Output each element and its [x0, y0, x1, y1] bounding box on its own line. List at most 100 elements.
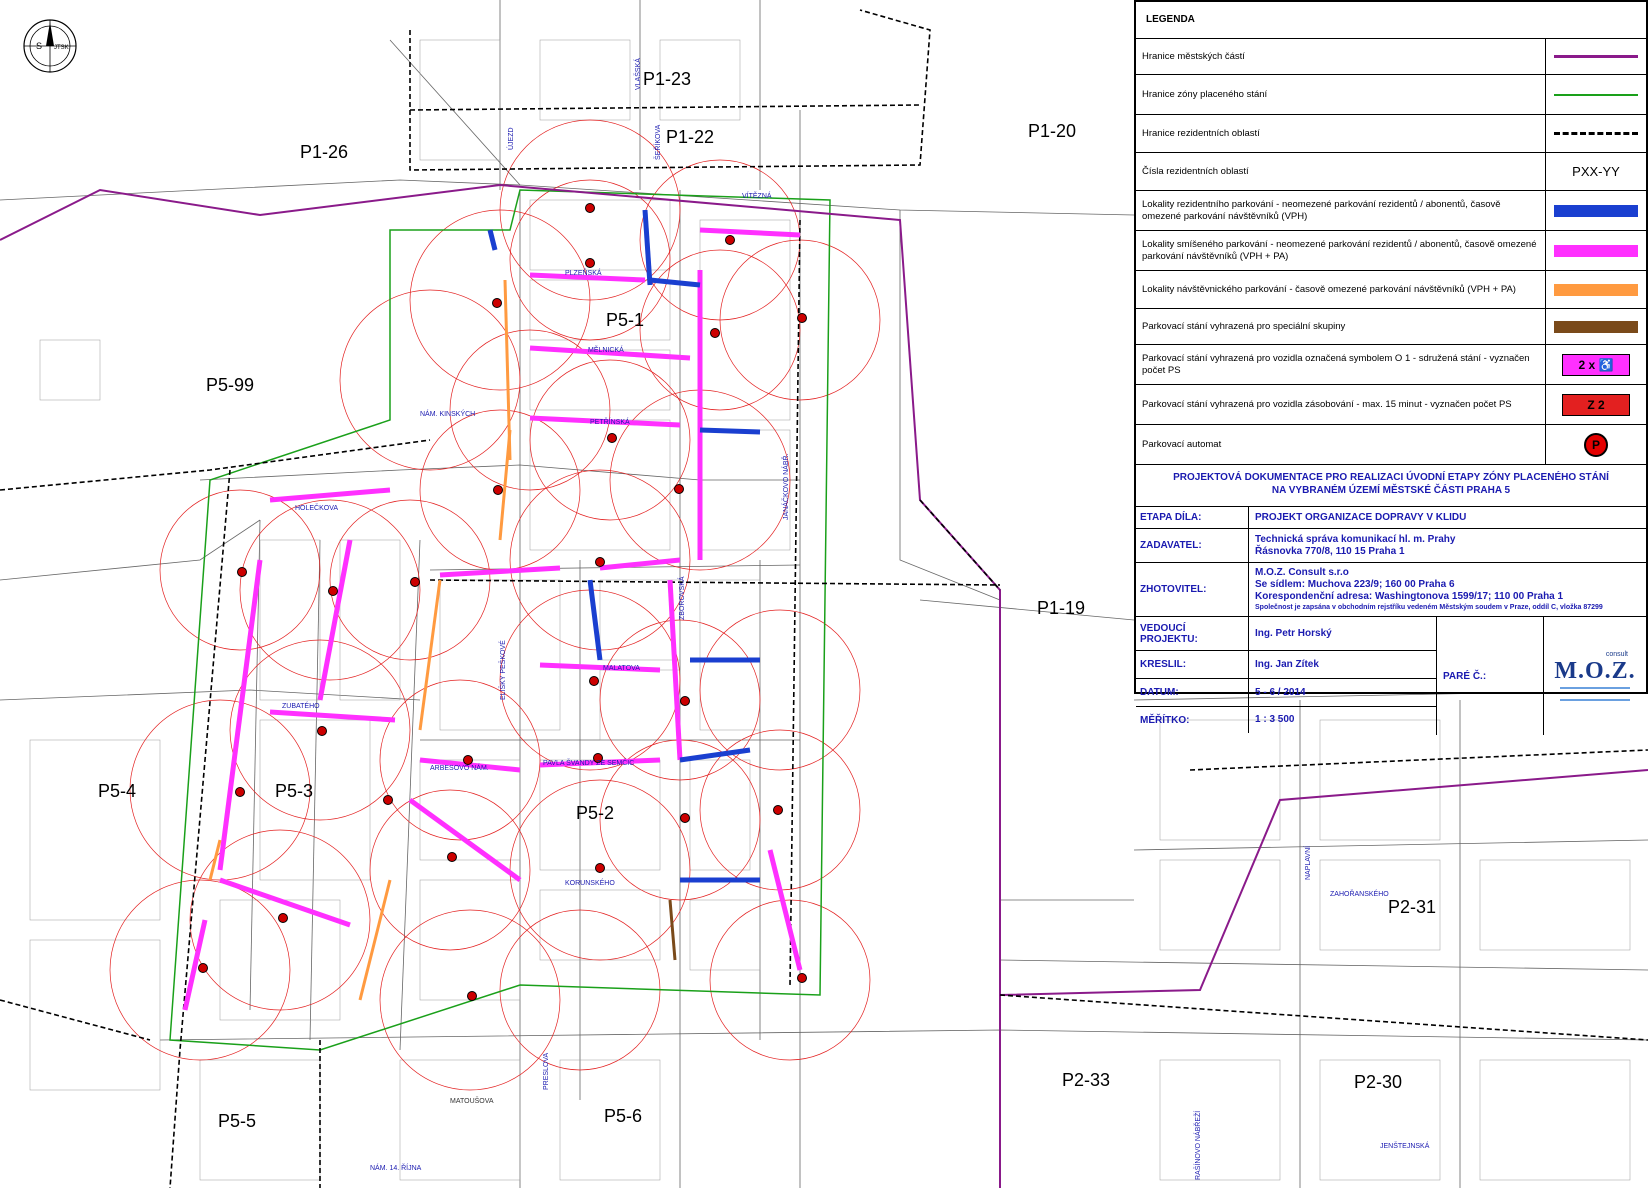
legend-item-label: Parkovací automat	[1136, 425, 1546, 464]
legend-item-label: Parkovací stání vyhrazená pro vozidla zá…	[1136, 385, 1546, 424]
street-label: ŠEŘÍKOVA	[653, 124, 662, 160]
zadavatel-label: ZADAVATEL:	[1136, 529, 1249, 562]
compass-label-s: S	[36, 41, 42, 51]
kreslil-label: KRESLIL:	[1136, 651, 1249, 678]
legend-item: Parkovací stání vyhrazená pro speciální …	[1136, 309, 1646, 345]
zone-label: P5-3	[275, 781, 313, 801]
legend-item: Parkovací stání vyhrazená pro vozidla zá…	[1136, 385, 1646, 425]
street-label: VLAŠSKÁ	[633, 58, 642, 90]
zhotovitel-line-1: M.O.Z. Consult s.r.o	[1255, 567, 1349, 578]
zadavatel-line-1: Technická správa komunikací hl. m. Prahy	[1255, 533, 1456, 545]
legend-item: Hranice zóny placeného stání	[1136, 75, 1646, 115]
zone-label: P1-23	[643, 69, 691, 89]
legend-item-label: Parkovací stání vyhrazená pro speciální …	[1136, 309, 1546, 344]
kreslil-value: Ing. Jan Zítek	[1255, 658, 1319, 670]
district-line-icon	[1554, 55, 1638, 58]
vedouci-label: VEDOUCÍ PROJEKTU:	[1136, 617, 1249, 650]
street-label: NAPLAVNÍ	[1303, 846, 1312, 880]
street-label: HOLEČKOVA	[295, 503, 338, 512]
legend-item: Lokality rezidentního parkování - neomez…	[1136, 191, 1646, 231]
street-label: JENŠTEJNSKÁ	[1380, 1141, 1430, 1150]
kreslil-row: KRESLIL: Ing. Jan Zítek	[1136, 651, 1436, 679]
company-logo: consult M.O.Z.	[1544, 617, 1646, 735]
zone-label: P1-20	[1028, 121, 1076, 141]
street-label: NÁM. 14. ŘÍJNA	[370, 1163, 422, 1172]
street-label: ZUBATÉHO	[282, 701, 320, 710]
legend-item: Parkovací automat P	[1136, 425, 1646, 465]
street-label: MĚLNICKÁ	[588, 345, 624, 354]
delivery-parking-icon: Z 2	[1562, 393, 1630, 416]
legend-item-label: Hranice zóny placeného stání	[1136, 75, 1546, 114]
logo-waves-icon	[1560, 687, 1630, 701]
special-parking-segments	[668, 899, 677, 961]
zhotovitel-line-2: Se sídlem: Muchova 223/9; 160 00 Praha 6	[1255, 579, 1455, 590]
zone-label: P5-6	[604, 1106, 642, 1126]
dashed-line-icon	[1554, 132, 1638, 135]
logo-sub: consult	[1605, 651, 1628, 658]
project-title: PROJEKTOVÁ DOKUMENTACE PRO REALIZACI ÚVO…	[1136, 465, 1646, 507]
zhotovitel-line-3: Korespondenční adresa: Washingtonova 159…	[1255, 591, 1564, 602]
legend-item: Hranice městských částí	[1136, 39, 1646, 75]
compass-label-jtsk: JTSK	[54, 45, 69, 51]
mixed-parking-segments	[182, 227, 803, 1011]
legend-item-label: Čísla rezidentních oblastí	[1136, 153, 1546, 190]
legend-item: Parkovací stání vyhrazená pro vozidla oz…	[1136, 345, 1646, 385]
zone-label: P5-5	[218, 1111, 256, 1131]
zone-label: P1-22	[666, 127, 714, 147]
legend-item-label: Parkovací stání vyhrazená pro vozidla oz…	[1136, 345, 1546, 384]
street-label: VÍTĚZNÁ	[742, 191, 772, 200]
parking-meter-icon: P	[1584, 432, 1608, 457]
logo-text: M.O.Z.	[1554, 658, 1636, 684]
street-label: ZAHOŘANSKÉHO	[1330, 889, 1389, 898]
vedouci-row: VEDOUCÍ PROJEKTU: Ing. Petr Horský	[1136, 617, 1436, 651]
brown-bar-icon	[1554, 320, 1638, 333]
street-label: PLZEŇSKÁ	[565, 268, 602, 277]
info-row-zhotovitel: ZHOTOVITEL: M.O.Z. Consult s.r.o Se sídl…	[1136, 563, 1646, 617]
pare-label: PARÉ Č.:	[1437, 617, 1544, 735]
street-label: JANÁČKOVO NÁBŘ.	[781, 453, 790, 520]
legend-item-label: Hranice rezidentních oblastí	[1136, 115, 1546, 152]
north-arrow-icon: S JTSK	[23, 19, 77, 73]
zone-label: P2-33	[1062, 1070, 1110, 1090]
vedouci-value: Ing. Petr Horský	[1255, 627, 1332, 639]
datum-value: 5 - 6 / 2014	[1255, 686, 1306, 698]
street-label: ELIŠKY PEŠKOVÉ	[498, 640, 507, 700]
zhotovitel-label: ZHOTOVITEL:	[1136, 563, 1249, 616]
zone-label: P5-4	[98, 781, 136, 801]
zone-label: P5-2	[576, 803, 614, 823]
street-label: RAŠÍNOVO NÁBŘEŽÍ	[1193, 1111, 1202, 1180]
street-label: NÁM. KINSKÝCH	[420, 409, 475, 418]
project-title-line-1: PROJEKTOVÁ DOKUMENTACE PRO REALIZACI ÚVO…	[1173, 472, 1609, 483]
zone-label: P5-1	[606, 310, 644, 330]
street-label: ARBESOVO NÁM.	[430, 763, 489, 772]
street-label: ZBOROVSKÁ	[677, 576, 686, 620]
signature-block: VEDOUCÍ PROJEKTU: Ing. Petr Horský KRESL…	[1136, 617, 1646, 735]
legend-title: LEGENDA	[1136, 2, 1646, 39]
legend-item: Hranice rezidentních oblastí	[1136, 115, 1646, 153]
legend-item: Lokality smíšeného parkování - neomezené…	[1136, 231, 1646, 271]
etapa-value: PROJEKT ORGANIZACE DOPRAVY V KLIDU	[1255, 511, 1467, 523]
magenta-bar-icon	[1554, 244, 1638, 257]
info-row-etapa: ETAPA DÍLA: PROJEKT ORGANIZACE DOPRAVY V…	[1136, 507, 1646, 529]
zone-label: P1-19	[1037, 598, 1085, 618]
zone-number-symbol: PXX-YY	[1572, 164, 1620, 179]
street-label: MALATOVA	[603, 665, 640, 672]
legend-item-label: Lokality návštěvnického parkování - časo…	[1136, 271, 1546, 308]
legend-item: Čísla rezidentních oblastí PXX-YY	[1136, 153, 1646, 191]
project-title-line-2: NA VYBRANÉM ÚZEMÍ MĚSTSKÉ ČÁSTI PRAHA 5	[1271, 485, 1511, 496]
datum-row: DATUM: 5 - 6 / 2014	[1136, 679, 1436, 707]
legend-item: Lokality návštěvnického parkování - časo…	[1136, 271, 1646, 309]
legend-item-label: Hranice městských částí	[1136, 39, 1546, 74]
street-label: PAVLA ŠVANDY ZE SEMČIC	[543, 758, 634, 767]
street-label: PETŘÍNSKÁ	[590, 417, 630, 426]
meter-radius-circles	[109, 119, 881, 1091]
zone-label: P2-31	[1388, 897, 1436, 917]
datum-label: DATUM:	[1136, 679, 1249, 706]
zhotovitel-line-4: Společnost je zapsána v obchodním rejstř…	[1255, 604, 1603, 611]
disabled-parking-icon: 2 x ♿	[1562, 353, 1630, 376]
orange-bar-icon	[1554, 283, 1638, 296]
meritko-label: MĚŘÍTKO:	[1136, 707, 1249, 733]
legend-panel: LEGENDA Hranice městských částí Hranice …	[1134, 0, 1648, 735]
etapa-label: ETAPA DÍLA:	[1136, 507, 1249, 528]
zone-line-icon	[1554, 93, 1638, 96]
